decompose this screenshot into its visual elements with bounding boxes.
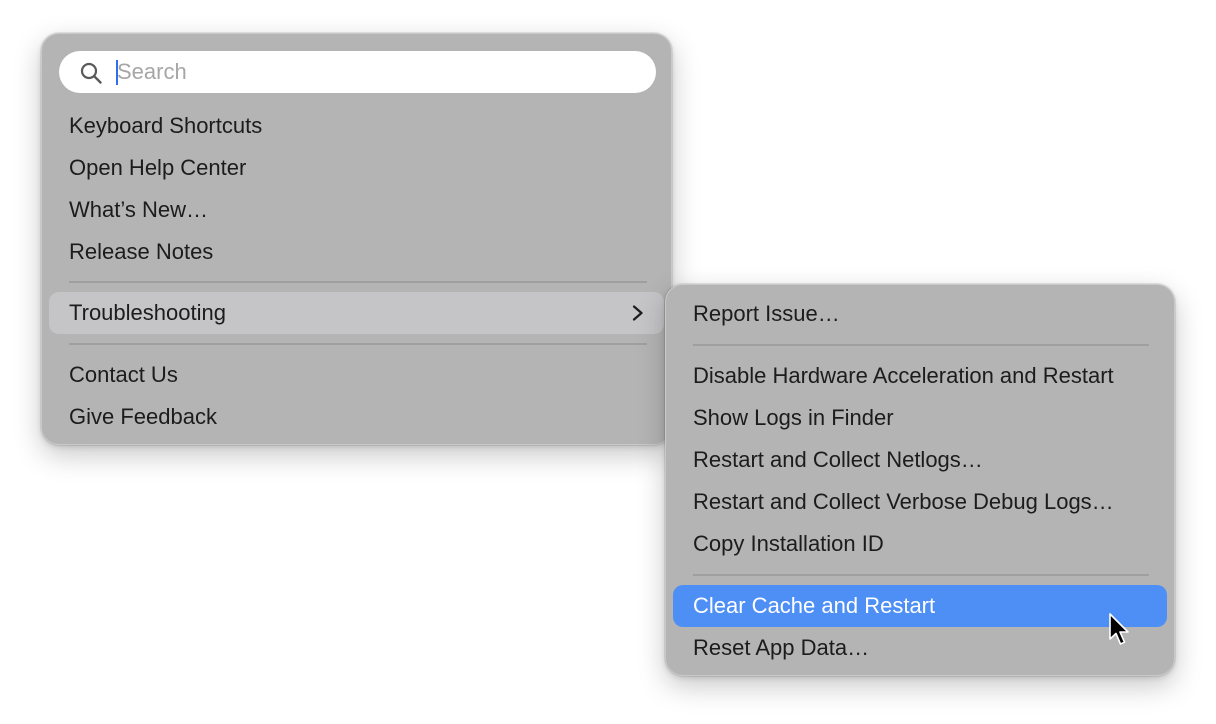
chevron-right-icon xyxy=(632,305,643,321)
menu-item-troubleshooting-label: Troubleshooting xyxy=(69,300,226,325)
menu-separator xyxy=(693,574,1149,576)
menu-separator xyxy=(69,343,647,345)
menu-item-disable-hardware-acceleration[interactable]: Disable Hardware Acceleration and Restar… xyxy=(673,355,1167,397)
menu-item-whats-new[interactable]: What’s New… xyxy=(49,189,664,231)
menu-item-copy-installation-id[interactable]: Copy Installation ID xyxy=(673,523,1167,565)
search-field[interactable]: Search xyxy=(59,51,656,93)
troubleshooting-submenu: Report Issue… Disable Hardware Accelerat… xyxy=(665,284,1175,676)
menu-item-give-feedback[interactable]: Give Feedback xyxy=(49,396,664,438)
menu-item-show-logs-in-finder[interactable]: Show Logs in Finder xyxy=(673,397,1167,439)
search-placeholder: Search xyxy=(117,59,187,84)
menu-item-troubleshooting[interactable]: Troubleshooting xyxy=(49,292,664,334)
menu-item-clear-cache-and-restart[interactable]: Clear Cache and Restart xyxy=(673,585,1167,627)
menu-item-contact-us[interactable]: Contact Us xyxy=(49,354,664,396)
menu-item-report-issue[interactable]: Report Issue… xyxy=(673,293,1167,335)
stage: Search Keyboard Shortcuts Open Help Cent… xyxy=(0,0,1216,724)
menu-separator xyxy=(693,344,1149,346)
menu-separator xyxy=(69,281,647,283)
search-icon xyxy=(80,62,102,84)
menu-item-open-help-center[interactable]: Open Help Center xyxy=(49,147,664,189)
menu-item-restart-collect-netlogs[interactable]: Restart and Collect Netlogs… xyxy=(673,439,1167,481)
menu-item-keyboard-shortcuts[interactable]: Keyboard Shortcuts xyxy=(49,105,664,147)
mouse-pointer-icon xyxy=(1109,613,1129,645)
menu-item-reset-app-data[interactable]: Reset App Data… xyxy=(673,627,1167,669)
help-menu: Search Keyboard Shortcuts Open Help Cent… xyxy=(41,33,672,445)
menu-item-release-notes[interactable]: Release Notes xyxy=(49,231,664,273)
menu-item-restart-collect-verbose-logs[interactable]: Restart and Collect Verbose Debug Logs… xyxy=(673,481,1167,523)
